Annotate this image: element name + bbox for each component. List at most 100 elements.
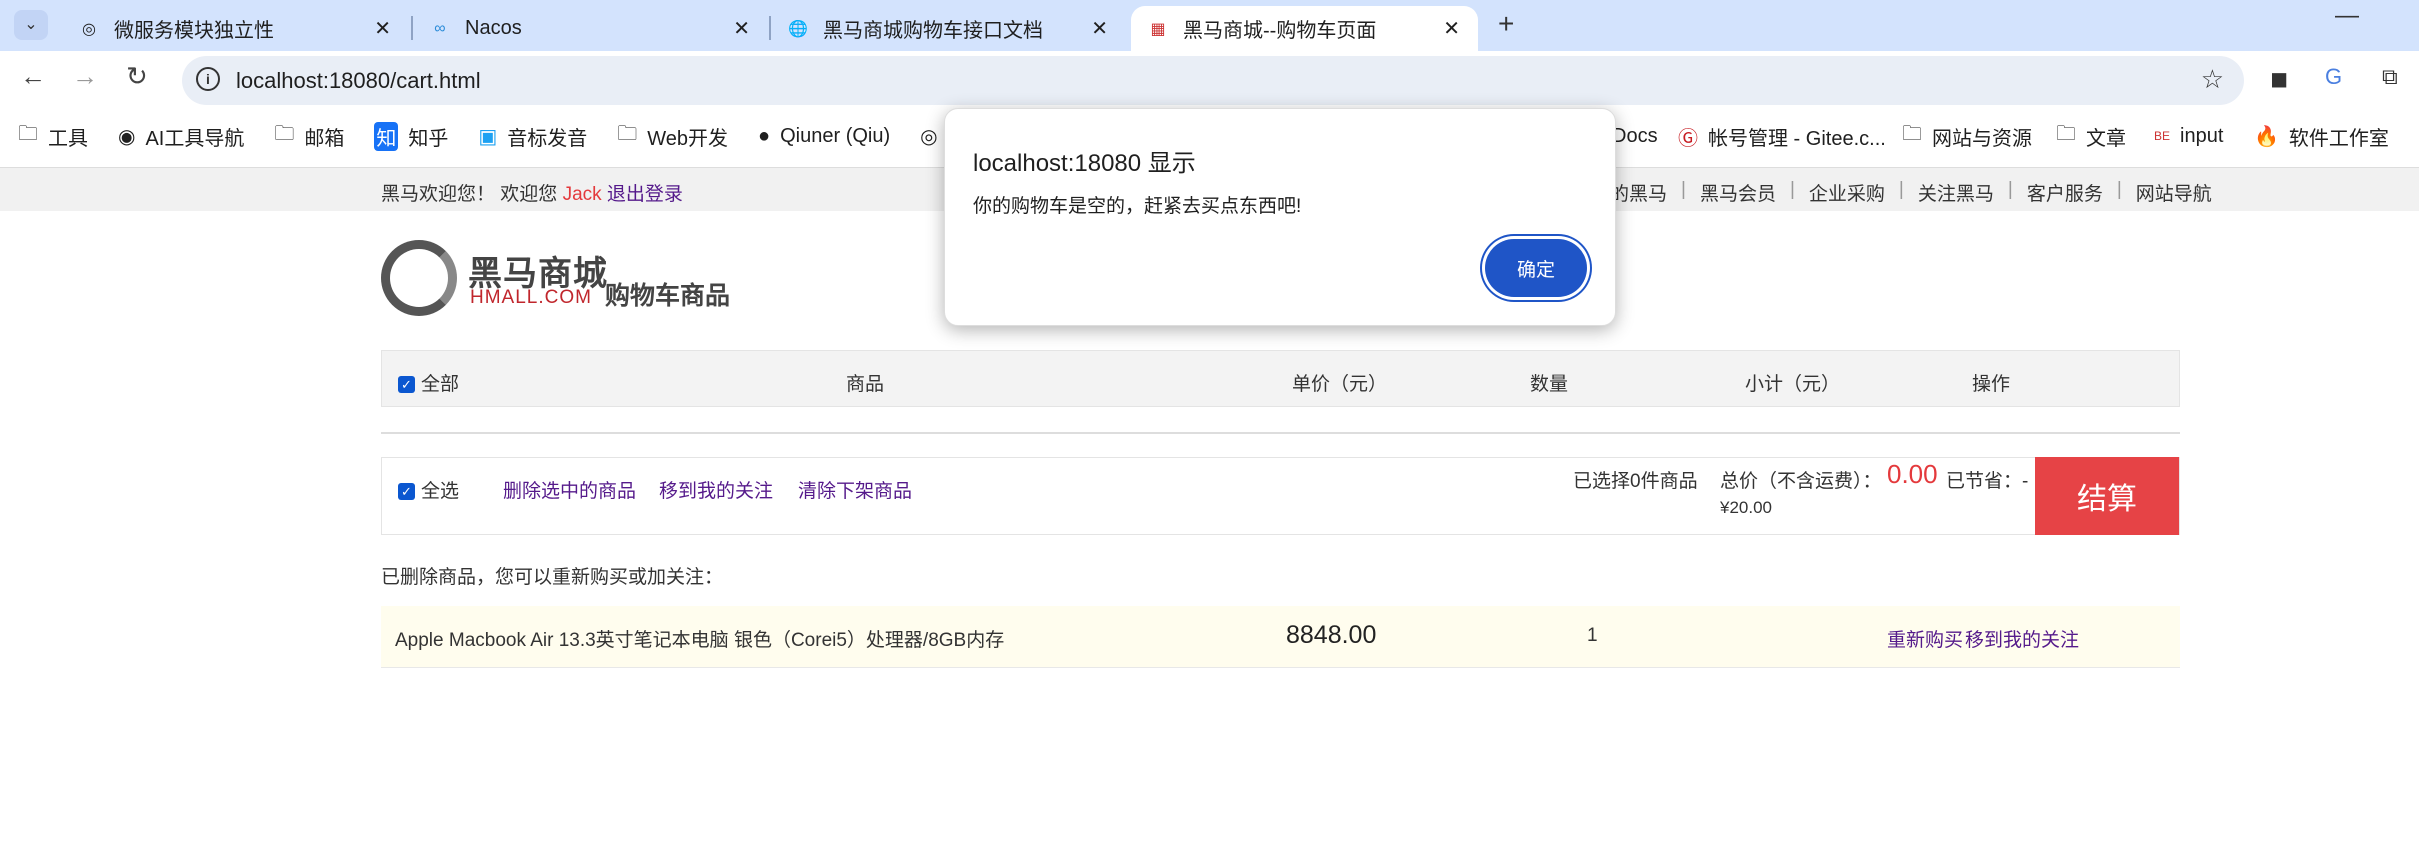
dialog-message: 你的购物车是空的，赶紧去买点东西吧! <box>973 196 1302 217</box>
folder-icon: 🗀 <box>274 123 295 145</box>
close-icon[interactable]: ✕ <box>374 16 391 41</box>
top-link[interactable]: 黑马会员 <box>1700 179 1776 206</box>
bookmark-item[interactable]: 🗀 工具 <box>18 119 88 153</box>
bookmark-label: input <box>2180 124 2224 147</box>
nacos-icon: ∞ <box>434 19 446 37</box>
new-tab-button[interactable]: + <box>1498 8 1514 40</box>
select-all[interactable]: ✓ 全选 <box>398 476 459 503</box>
github-icon: ● <box>758 124 771 147</box>
header-subtotal: 小计（元） <box>1745 374 1841 395</box>
tab-2[interactable]: ∞ Nacos ✕ <box>413 6 768 51</box>
openai-icon: ◎ <box>82 20 96 38</box>
checkout-button[interactable]: 结算 <box>2035 457 2179 535</box>
move-to-favorites-link[interactable]: 移到我的关注 <box>659 476 773 503</box>
checkbox-checked[interactable]: ✓ <box>398 376 415 394</box>
reload-icon[interactable]: ↻ <box>126 61 148 92</box>
bookmark-label: 文章 <box>2086 127 2126 150</box>
close-icon[interactable]: ✕ <box>733 16 750 41</box>
address-bar[interactable]: i localhost:18080/cart.html ☆ <box>182 56 2244 105</box>
top-link[interactable]: 网站导航 <box>2136 179 2212 206</box>
bookmark-item[interactable]: Docs <box>1612 125 1658 148</box>
tab-3[interactable]: 🌐 黑马商城购物车接口文档 ✕ <box>771 6 1126 51</box>
clear-offshelf-link[interactable]: 清除下架商品 <box>798 476 912 503</box>
top-link[interactable]: 客户服务 <box>2027 179 2103 206</box>
bookmark-item[interactable]: 🔥 软件工作室 <box>2254 122 2389 151</box>
logo-domain: HMALL.COM <box>470 287 592 308</box>
logout-link[interactable]: 退出登录 <box>607 184 683 205</box>
gitee-icon: Ⓖ <box>1678 127 1698 150</box>
bookmark-label: Web开发 <box>647 127 729 150</box>
saved-label: 已节省：- <box>1946 471 2029 492</box>
bookmark-item[interactable]: 🗀 Web开发 <box>617 119 728 153</box>
bookmark-label: Qiuner (Qiu) <box>780 124 891 147</box>
divider <box>381 432 2180 434</box>
bookmark-label: Docs <box>1612 124 1658 147</box>
checkbox-checked[interactable]: ✓ <box>398 483 415 501</box>
back-icon[interactable]: ← <box>20 61 46 92</box>
page-title: 购物车商品 <box>605 282 731 310</box>
bookmark-label: 工具 <box>48 127 88 150</box>
tab-title: 微服务模块独立性 <box>114 20 274 42</box>
welcome-text: 黑马欢迎您！ 欢迎您 <box>381 184 558 205</box>
extensions-puzzle-icon[interactable]: ⧉ <box>2382 64 2398 90</box>
folder-icon: 🗀 <box>2056 123 2076 145</box>
folder-icon: 🗀 <box>1902 123 1922 145</box>
bookmark-item[interactable]: 🗀 文章 <box>2056 119 2126 153</box>
username: Jack <box>562 184 602 205</box>
header-actions: 操作 <box>1972 374 2011 395</box>
cart-summary-bar: ✓ 全选 删除选中的商品 移到我的关注 清除下架商品 已选择0件商品 总价（不含运… <box>381 457 2180 535</box>
close-icon[interactable]: ✕ <box>1091 16 1108 41</box>
delete-selected-link[interactable]: 删除选中的商品 <box>503 476 636 503</box>
deleted-items-label: 已删除商品，您可以重新购买或加关注： <box>381 567 724 588</box>
top-link[interactable]: 的黑马 <box>1610 179 1667 206</box>
bookmark-item[interactable]: ▣ 音标发音 <box>478 122 587 151</box>
bookmark-label: 帐号管理 - Gitee.c... <box>1708 127 1886 150</box>
select-all-header[interactable]: ✓ 全部 <box>398 369 459 396</box>
cart-table-header: ✓ 全部 商品 单价（元） 数量 小计（元） 操作 <box>381 350 2180 407</box>
bookmark-label: 邮箱 <box>304 127 345 150</box>
bookmark-item[interactable]: 🗀 网站与资源 <box>1902 119 2032 153</box>
header-quantity: 数量 <box>1530 374 1569 395</box>
url-text: localhost:18080/cart.html <box>236 68 481 93</box>
folder-icon: 🗀 <box>18 123 38 145</box>
bookmark-item[interactable]: Ⓖ 帐号管理 - Gitee.c... <box>1678 122 1886 151</box>
close-icon[interactable]: ✕ <box>1443 16 1460 41</box>
extension-icon[interactable]: ◼ <box>2270 66 2288 92</box>
hmall-logo-icon <box>381 240 457 316</box>
fire-icon: 🔥 <box>2254 125 2279 148</box>
minimize-button[interactable]: — <box>2335 2 2359 30</box>
zhihu-icon: 知 <box>374 121 399 151</box>
tv-icon: ▣ <box>478 125 498 148</box>
forward-icon[interactable]: → <box>72 61 98 92</box>
ai-icon: ◉ <box>118 125 136 148</box>
top-link[interactable]: 关注黑马 <box>1918 179 1994 206</box>
bookmark-item[interactable]: ◉ AI工具导航 <box>118 122 244 151</box>
bookmark-item[interactable]: ● Qiuner (Qiu) <box>758 125 890 148</box>
bookmark-label: 知乎 <box>408 127 449 150</box>
tab-4-active[interactable]: ▦ 黑马商城--购物车页面 ✕ <box>1131 6 1478 51</box>
bookmark-item[interactable]: 🗀 邮箱 <box>274 119 344 153</box>
product-name: Apple Macbook Air 13.3英寸笔记本电脑 银色（Corei5）… <box>395 630 1005 651</box>
tab-title: 黑马商城--购物车页面 <box>1183 20 1377 42</box>
ok-button[interactable]: 确定 <box>1485 239 1587 297</box>
tab-title: 黑马商城购物车接口文档 <box>823 20 1043 42</box>
tab-search-button[interactable]: ⌄ <box>14 10 48 40</box>
rebuy-link[interactable]: 重新购买 <box>1887 625 1963 652</box>
deleted-item-row: Apple Macbook Air 13.3英寸笔记本电脑 银色（Corei5）… <box>381 606 2180 668</box>
tab-bar: ⌄ ◎ 微服务模块独立性 ✕ ∞ Nacos ✕ 🌐 黑马商城购物车接口文档 ✕ ▦ 黑马商城… <box>0 0 2419 51</box>
bookmark-item[interactable]: 知知乎 <box>374 121 449 151</box>
hmall-icon: ▦ <box>1150 20 1166 38</box>
bookmark-label: 音标发音 <box>507 127 588 150</box>
site-info-icon[interactable]: i <box>196 67 220 91</box>
bookmark-label: 软件工作室 <box>2288 127 2389 150</box>
total-price: 0.00 <box>1887 459 1938 489</box>
tab-1[interactable]: ◎ 微服务模块独立性 ✕ <box>62 6 409 51</box>
tab-title: Nacos <box>465 17 522 39</box>
translate-icon[interactable]: G <box>2325 64 2342 90</box>
folder-icon: 🗀 <box>617 123 638 145</box>
move-to-favorites-link[interactable]: 移到我的关注 <box>1965 625 2079 652</box>
bookmark-item[interactable]: BE input <box>2154 125 2223 148</box>
select-all-label: 全选 <box>421 481 460 502</box>
top-link[interactable]: 企业采购 <box>1809 179 1885 206</box>
bookmark-star-icon[interactable]: ☆ <box>2201 64 2224 95</box>
